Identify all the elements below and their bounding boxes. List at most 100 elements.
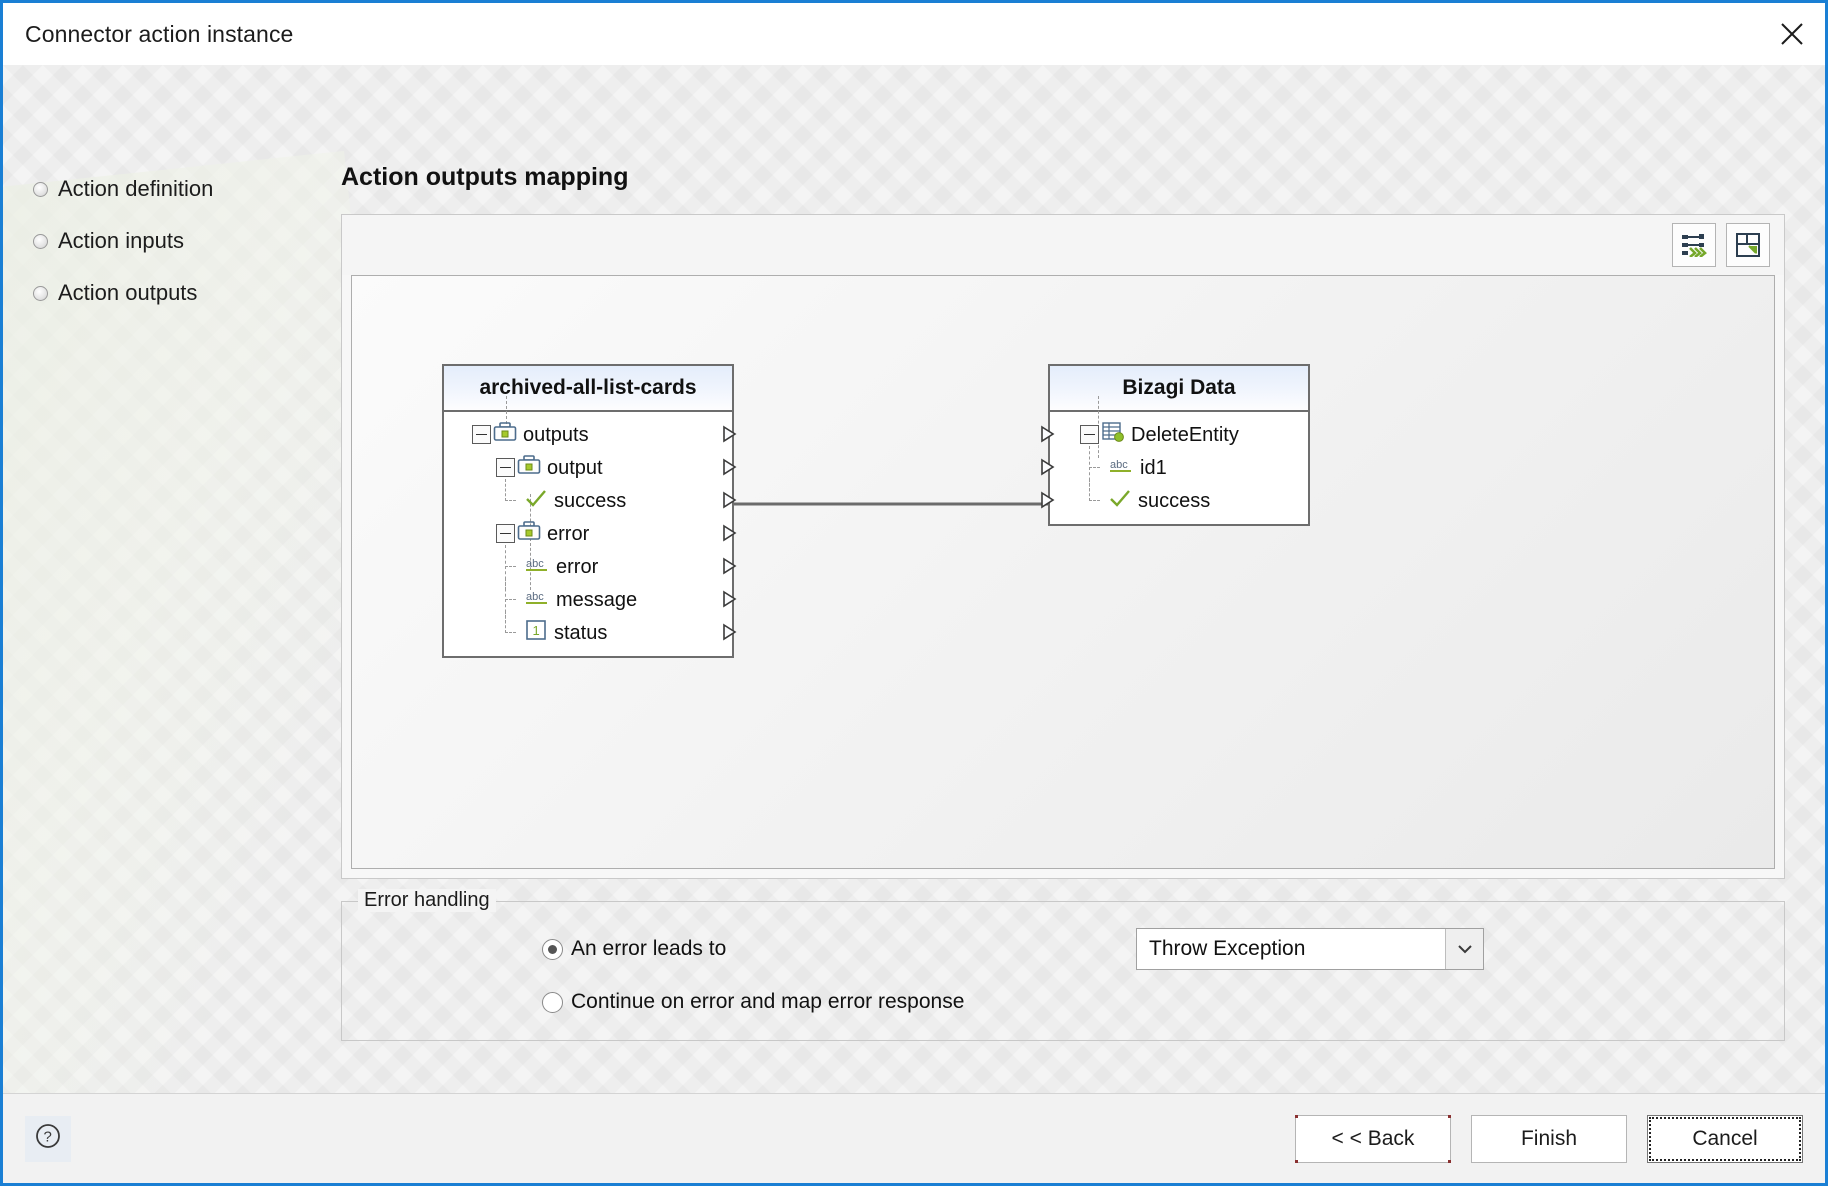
abc-icon: abc <box>524 588 550 612</box>
continue-on-error-row: Continue on error and map error response <box>342 990 1784 1014</box>
tree-row-label: success <box>554 489 627 512</box>
wizard-steps-nav: Action definition Action inputs Action o… <box>3 65 333 1093</box>
tree-connector <box>1084 479 1106 510</box>
target-entity-card[interactable]: Bizagi Data DeleteEntity abc id1 success <box>1041 364 1310 526</box>
finish-button[interactable]: Finish <box>1471 1114 1627 1163</box>
chevron-down-icon[interactable] <box>1445 929 1483 969</box>
page-title: Action outputs mapping <box>341 163 629 191</box>
tree-connector <box>500 545 522 590</box>
help-button[interactable]: ? <box>25 1115 71 1162</box>
target-port[interactable] <box>1040 458 1058 476</box>
expand-panel-icon <box>1735 232 1761 258</box>
mapping-panel: archived-all-list-cards outputs output s… <box>341 214 1785 879</box>
mapper-toolbar <box>342 215 1784 275</box>
entity-icon <box>1101 421 1125 449</box>
dialog-body: Action definition Action inputs Action o… <box>3 65 1825 1093</box>
check-icon <box>524 488 548 514</box>
back-button[interactable]: < < Back <box>1295 1114 1451 1163</box>
tree-row-label: message <box>556 588 638 611</box>
radio-an-error-leads-to[interactable] <box>542 938 563 960</box>
source-port[interactable] <box>722 524 740 542</box>
target-card-title: Bizagi Data <box>1050 366 1308 412</box>
tree-row-status[interactable]: 1 status <box>444 611 737 649</box>
source-port[interactable] <box>722 458 740 476</box>
briefcase-icon <box>517 454 541 481</box>
auto-map-icon <box>1681 233 1707 257</box>
tree-connector <box>500 611 522 642</box>
expander-icon[interactable] <box>496 458 515 477</box>
expand-collapse-button[interactable] <box>1726 223 1770 267</box>
tree-row-success[interactable]: success <box>444 479 737 517</box>
sidebar-item-action-inputs[interactable]: Action inputs <box>3 215 333 267</box>
expander-icon[interactable] <box>472 425 491 444</box>
main-content: Action outputs mapping archived-all-list… <box>333 65 1825 1093</box>
tree-row-output[interactable]: output <box>444 451 737 484</box>
sidebar-item-action-outputs[interactable]: Action outputs <box>3 267 333 319</box>
tree-row-label: success <box>1138 489 1211 512</box>
source-card-rows: outputs output success error abc error a… <box>444 396 737 656</box>
tree-connector <box>1084 446 1106 491</box>
source-entity-card[interactable]: archived-all-list-cards outputs output s… <box>442 364 737 658</box>
tree-row-label: outputs <box>523 423 589 446</box>
abc-icon: abc <box>524 555 550 579</box>
auto-map-button[interactable] <box>1672 223 1716 267</box>
bullet-icon <box>33 233 48 249</box>
bullet-icon <box>33 285 48 301</box>
tree-row-target-success[interactable]: success <box>1041 479 1308 517</box>
abc-icon: abc <box>1108 456 1134 480</box>
error-action-select[interactable]: Throw Exception <box>1136 928 1484 970</box>
close-button[interactable] <box>1759 3 1825 65</box>
source-port[interactable] <box>722 557 740 575</box>
tree-connector <box>500 578 522 623</box>
svg-text:abc: abc <box>1110 459 1128 471</box>
close-icon <box>1779 21 1805 47</box>
error-handling-group: Error handling An error leads to Throw E… <box>341 889 1785 1041</box>
source-card-title: archived-all-list-cards <box>444 366 732 412</box>
tree-row-label: error <box>556 555 599 578</box>
source-port[interactable] <box>722 590 740 608</box>
svg-text:abc: abc <box>526 591 544 603</box>
bullet-icon <box>33 181 48 197</box>
error-handling-legend: Error handling <box>358 889 496 912</box>
title-bar: Connector action instance <box>3 3 1825 65</box>
tree-row-message[interactable]: abc message <box>444 578 737 623</box>
svg-text:1: 1 <box>533 623 540 638</box>
briefcase-icon <box>517 520 541 547</box>
radio-label-continue-on-error[interactable]: Continue on error and map error response <box>571 990 964 1014</box>
tree-row-label: status <box>554 621 608 644</box>
target-card-rows: DeleteEntity abc id1 success <box>1041 396 1308 524</box>
source-port[interactable] <box>722 425 740 443</box>
sidebar-item-label: Action definition <box>58 176 214 201</box>
sidebar-item-action-definition[interactable]: Action definition <box>3 163 333 215</box>
source-port[interactable] <box>722 623 740 641</box>
footer-buttons: < < Back Finish Cancel <box>1295 1114 1803 1163</box>
tree-row-outputs[interactable]: outputs <box>444 418 737 451</box>
window-title: Connector action instance <box>25 20 294 47</box>
radio-label-an-error-leads-to[interactable]: An error leads to <box>571 937 726 961</box>
tree-row-label: output <box>547 456 603 479</box>
expander-icon[interactable] <box>496 524 515 543</box>
radio-continue-on-error[interactable] <box>542 991 563 1013</box>
target-port[interactable] <box>1040 491 1058 509</box>
svg-text:abc: abc <box>526 558 544 570</box>
sidebar-item-label: Action outputs <box>58 280 198 305</box>
connector-action-instance-dialog: Connector action instance Action definit… <box>0 0 1828 1186</box>
mapping-canvas[interactable]: archived-all-list-cards outputs output s… <box>351 275 1775 869</box>
tree-connector <box>500 479 522 510</box>
target-port[interactable] <box>1040 425 1058 443</box>
expander-icon[interactable] <box>1080 425 1099 444</box>
number-icon: 1 <box>524 619 548 646</box>
tree-row-label: error <box>547 522 590 545</box>
error-action-select-value: Throw Exception <box>1149 937 1306 960</box>
tree-row-label: DeleteEntity <box>1131 423 1239 446</box>
cancel-button[interactable]: Cancel <box>1647 1114 1803 1163</box>
tree-row-error-group[interactable]: error <box>444 517 737 550</box>
briefcase-icon <box>493 421 517 448</box>
svg-text:?: ? <box>44 1129 52 1146</box>
help-icon: ? <box>33 1121 63 1156</box>
source-port[interactable] <box>722 491 740 509</box>
sidebar-item-label: Action inputs <box>58 228 184 253</box>
check-icon <box>1108 488 1132 514</box>
tree-row-error[interactable]: abc error <box>444 545 737 590</box>
dialog-footer: ? < < Back Finish Cancel <box>3 1093 1825 1183</box>
